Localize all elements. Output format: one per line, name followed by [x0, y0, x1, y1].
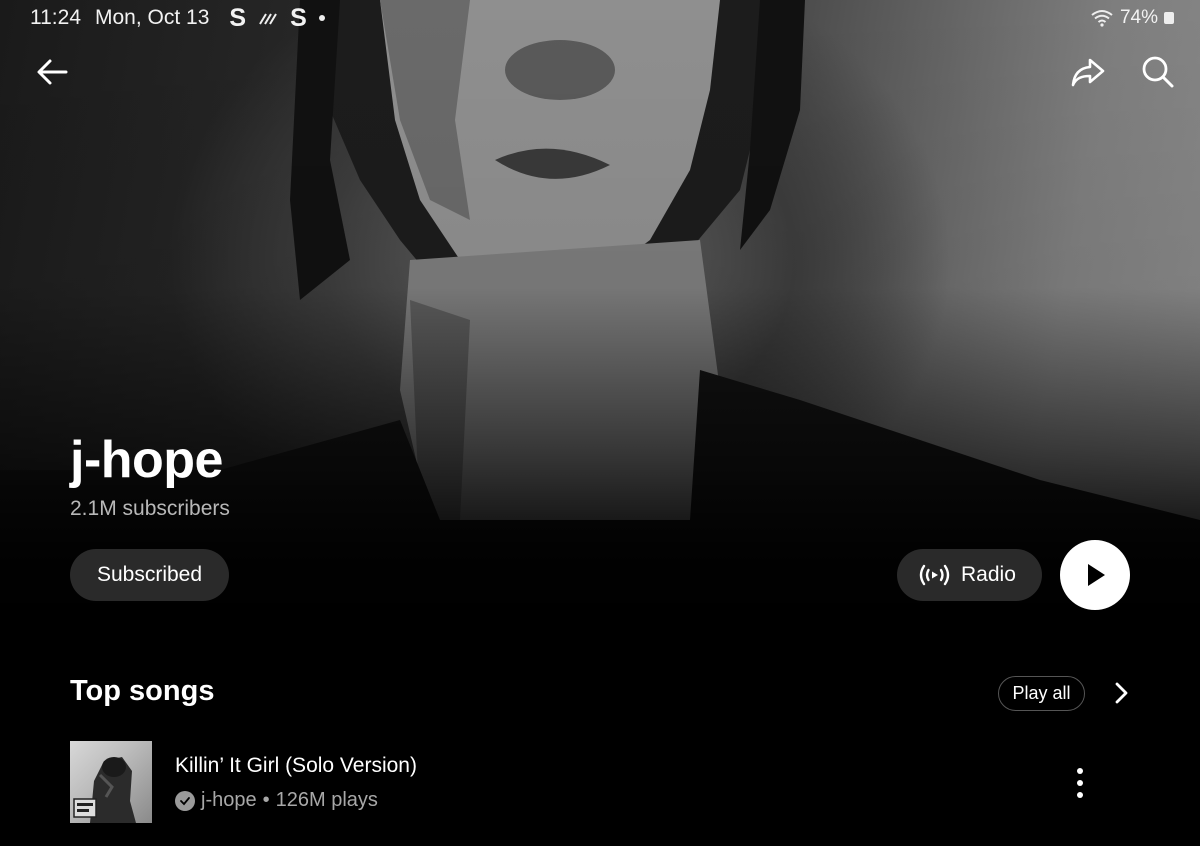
artist-hero-image [0, 0, 1200, 640]
status-left: 11:24 Mon, Oct 13 S S [30, 4, 325, 33]
hero-gradient-overlay [0, 0, 1200, 640]
play-icon [1088, 564, 1105, 586]
song-more-options-icon[interactable] [1068, 768, 1092, 798]
chevron-right-icon [1115, 682, 1128, 704]
song-list-item[interactable]: Killin’ It Girl (Solo Version) j-hope • … [70, 740, 1130, 824]
play-button[interactable] [1060, 540, 1130, 610]
checkmark-icon [180, 796, 190, 805]
radio-broadcast-icon [919, 564, 950, 586]
play-all-button[interactable]: Play all [998, 676, 1085, 711]
search-icon [1142, 56, 1174, 88]
subscriber-count: 2.1M subscribers [70, 497, 230, 520]
subscribe-label: Subscribed [96, 563, 203, 586]
top-songs-heading: Top songs [70, 675, 215, 707]
share-icon [1071, 58, 1105, 87]
status-right: 74% [1090, 7, 1174, 29]
top-songs-more-button[interactable] [1108, 680, 1134, 706]
radio-label: Radio [961, 563, 1016, 586]
search-button[interactable] [1138, 52, 1178, 92]
app-notification-icon: S [229, 3, 247, 32]
arrow-left-icon [37, 59, 68, 85]
kebab-dot [1077, 780, 1083, 786]
signal-slash-icon [259, 13, 277, 25]
play-all-label: Play all [1012, 683, 1071, 703]
radio-button[interactable]: Radio [897, 549, 1042, 601]
app-notification-icon-2: S [290, 3, 307, 32]
wifi-icon [1091, 10, 1113, 27]
kebab-dot [1077, 792, 1083, 798]
song-title: Killin’ It Girl (Solo Version) [175, 754, 417, 777]
more-notifications-dot-icon [318, 15, 325, 21]
status-bar: 11:24 Mon, Oct 13 S S 74% [30, 4, 1174, 32]
status-date: Mon, Oct 13 [95, 6, 210, 29]
share-button[interactable] [1068, 52, 1108, 92]
notification-icons: S S [229, 3, 325, 33]
status-time: 11:24 [30, 6, 81, 29]
song-plays: 126M plays [275, 789, 378, 811]
back-button[interactable] [32, 52, 72, 92]
battery-percent: 74% [1119, 7, 1158, 28]
album-art-image [73, 757, 136, 823]
song-meta: j-hope • 126M plays [175, 789, 378, 812]
meta-separator: • [262, 789, 270, 811]
song-album-art [70, 741, 152, 823]
song-artist: j-hope [201, 789, 257, 811]
artist-page: 11:24 Mon, Oct 13 S S 74% j-hope 2.1M su… [0, 0, 1200, 846]
verified-check-icon [175, 790, 195, 811]
subscribe-button[interactable]: Subscribed [70, 549, 229, 601]
kebab-dot [1077, 768, 1083, 774]
battery-icon [1164, 12, 1174, 24]
artist-name: j-hope [70, 431, 223, 489]
